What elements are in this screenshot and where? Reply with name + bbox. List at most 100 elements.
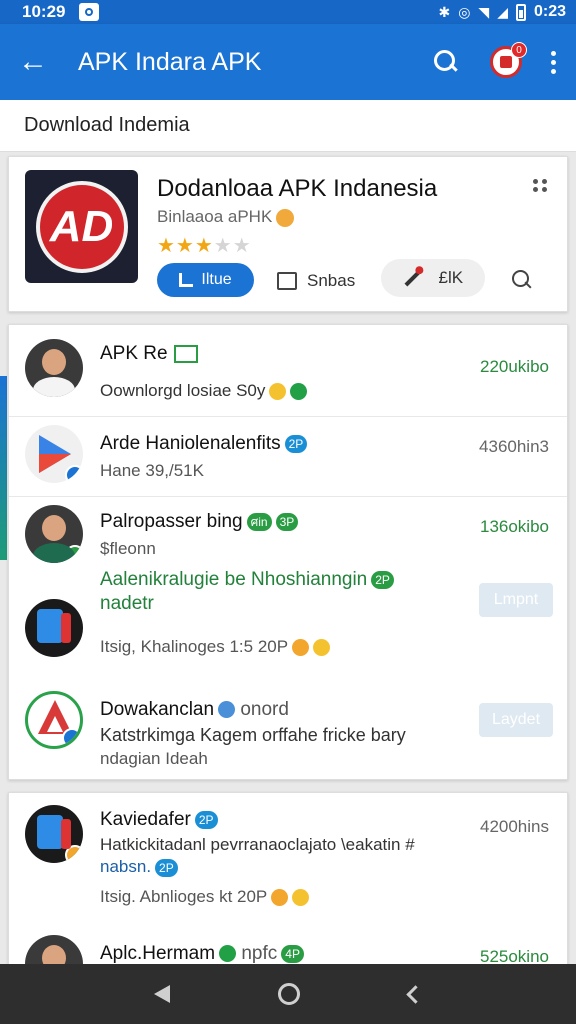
item-subtitle: Katstrkimga Kagem orffahe fricke bary <box>100 725 406 745</box>
status-clock: 0:23 <box>533 3 566 20</box>
avatar <box>25 505 83 563</box>
featured-title: Dodanloaa APK Indanesia <box>157 175 438 202</box>
item-title: Arde Haniolenalenfits 2P <box>100 433 308 455</box>
rating-stars: ★★★★★ <box>157 233 252 258</box>
emoji-icon <box>313 639 331 657</box>
tool-pill[interactable]: £lK <box>381 259 485 297</box>
notifications-button[interactable]: 0 <box>490 42 527 78</box>
share-label: Snbas <box>307 271 356 290</box>
item-pill: 2P <box>284 434 308 453</box>
store-icon <box>173 344 198 363</box>
verified-badge-icon <box>276 208 295 227</box>
side-accent <box>0 376 7 560</box>
globe-icon <box>218 701 236 719</box>
featured-app-card[interactable]: AD Dodanloaa APK Indanesia Binlaaoa aPHK… <box>8 156 568 312</box>
avatar <box>25 805 83 863</box>
item-subtitle: Oownlorgd losiae S0y <box>100 381 308 401</box>
list-item[interactable]: Aalenikralugie be Nhoshianngin 2P nadetr … <box>9 565 567 677</box>
item-subtitle-text: Itsig, Khalinoges 1:5 20P <box>100 637 289 656</box>
avatar <box>25 691 83 749</box>
item-title-text: Aalenikralugie be Nhoshianngin <box>100 569 368 590</box>
overflow-menu-icon[interactable] <box>548 50 558 74</box>
avatar <box>25 339 83 397</box>
item-subtitle: Hatkickitadanl pevrranaoclajato \eakatin… <box>100 835 415 854</box>
item-title: Aalenikralugie be Nhoshianngin 2P <box>100 569 394 591</box>
update-button[interactable]: Laydet <box>479 703 553 737</box>
app-list-card: APK Re Oownlorgd losiae S0y 220ukibo Ard… <box>8 324 568 780</box>
item-pill: 3P <box>275 512 299 531</box>
card-search-icon[interactable] <box>511 269 533 291</box>
item-subtitle-text: nabsn. <box>100 857 152 876</box>
install-button[interactable]: Iltue <box>157 263 254 297</box>
status-time: 10:29 <box>22 2 66 21</box>
check-icon <box>290 383 308 401</box>
emoji-icon <box>292 889 310 907</box>
system-nav-bar <box>0 964 576 1024</box>
item-pill: 4P <box>281 944 304 963</box>
item-title: Kaviedafer 2P <box>100 809 218 831</box>
install-icon <box>179 273 194 287</box>
list-item[interactable]: Kaviedafer 2P Hatkickitadanl pevrranaocla… <box>9 793 567 925</box>
item-tag: npfc <box>241 943 278 964</box>
item-size: 136okibo <box>479 517 549 536</box>
badge-icon <box>65 845 83 863</box>
badge-icon <box>62 728 80 746</box>
alarm-icon: ◎ <box>458 3 471 20</box>
tool-label: £lK <box>438 268 464 287</box>
item-pill: 2P <box>371 570 394 589</box>
emoji-icon <box>269 383 287 401</box>
search-icon[interactable] <box>432 48 460 76</box>
item-pill: 2P <box>194 810 218 829</box>
check-icon <box>219 945 237 963</box>
update-button[interactable]: Lmpnt <box>479 583 553 617</box>
notification-badge: 0 <box>511 42 527 58</box>
emoji-icon <box>292 639 310 657</box>
wifi-icon: ◥ <box>478 3 490 20</box>
featured-developer: Binlaaoa aPHK <box>157 207 273 226</box>
item-size: 220ukibo <box>479 357 549 376</box>
item-title-text: Kaviedafer <box>100 809 191 830</box>
item-title-text: Arde Haniolenalenfits <box>100 433 281 454</box>
bluetooth-icon: ✱ <box>438 3 451 20</box>
list-item[interactable]: APK Re Oownlorgd losiae S0y 220ukibo <box>9 325 567 417</box>
status-bar: 10:29 ✱ ◎ ◥ ◢ 0:23 <box>0 0 576 24</box>
section-header: Download Indemia <box>0 100 576 152</box>
emoji-icon <box>271 889 289 907</box>
app-list-card: Kaviedafer 2P Hatkickitadanl pevrranaocla… <box>8 792 568 972</box>
badge-icon <box>65 545 83 563</box>
list-item[interactable]: Palropasser bing ศin 3P $fleonn 136okibo <box>9 497 567 565</box>
item-title: Aplc.Hermam npfc 4P <box>100 943 304 965</box>
item-subtitle-line2: ndagian Ideah <box>100 749 208 768</box>
nav-recents-icon[interactable] <box>406 984 425 1004</box>
share-button[interactable]: Snbas <box>277 265 355 297</box>
nav-back-icon[interactable] <box>154 985 171 1003</box>
install-label: Iltue <box>201 271 232 288</box>
list-item[interactable]: Arde Haniolenalenfits 2P Hane 39,/51K 436… <box>9 417 567 497</box>
item-title-line2: nadetr <box>100 593 154 614</box>
app-logo: AD <box>25 170 138 283</box>
item-tag: onord <box>240 699 289 720</box>
list-item[interactable]: Dowakanclan onord Katstrkimga Kagem orff… <box>9 677 567 781</box>
item-size: 4200hins <box>479 817 549 836</box>
avatar <box>25 599 83 657</box>
item-title: Palropasser bing ศin 3P <box>100 511 299 533</box>
item-title-text: APK Re <box>100 343 168 364</box>
notification-icon <box>79 3 100 21</box>
pen-icon <box>404 269 422 287</box>
more-options-icon[interactable] <box>533 179 547 192</box>
share-icon <box>277 272 297 290</box>
item-title-text: Dowakanclan <box>100 699 215 720</box>
badge-icon <box>65 465 83 483</box>
back-arrow-icon[interactable]: ← <box>18 45 58 79</box>
item-title: APK Re <box>100 343 198 365</box>
item-size: 4360hin3 <box>479 437 549 456</box>
featured-subtitle: Binlaaoa aPHK <box>157 207 295 227</box>
item-subtitle: Itsig, Khalinoges 1:5 20P <box>100 637 331 657</box>
logo-text: AD <box>35 180 128 273</box>
nav-home-icon[interactable] <box>278 983 301 1005</box>
item-title-text: Aplc.Hermam <box>100 943 216 964</box>
item-subtitle-text: Oownlorgd losiae S0y <box>100 381 266 400</box>
item-pill: ศin <box>246 512 272 531</box>
item-meta-text: Itsig. Abnlioges kt 20P <box>100 887 268 906</box>
play-store-icon <box>25 425 83 483</box>
